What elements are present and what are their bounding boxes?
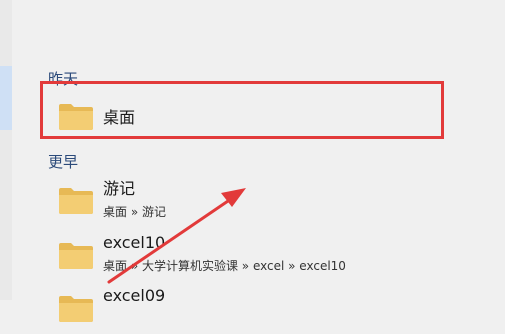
list-item[interactable]: 游记 桌面 » 游记 [58,176,478,226]
item-name: excel10 [103,233,166,252]
list-item[interactable]: excel10 桌面 » 大学计算机实验课 » excel » excel10 [58,231,478,281]
folder-icon [59,104,93,130]
folder-icon [59,243,93,269]
group-header-yesterday[interactable]: 昨天 [48,70,78,88]
item-name: 游记 [103,179,136,198]
folder-icon [59,188,93,214]
item-path: 桌面 » 大学计算机实验课 » excel » excel10 [103,259,346,273]
item-name: excel09 [103,286,166,305]
nav-selection-indicator [0,66,12,130]
navigation-pane-edge [0,0,12,300]
list-item[interactable]: excel09 [58,284,478,334]
folder-icon [59,296,93,322]
group-header-earlier[interactable]: 更早 [48,153,78,171]
list-item[interactable]: 桌面 [58,92,478,142]
item-path: 桌面 » 游记 [103,205,166,219]
item-name: 桌面 [103,108,136,127]
